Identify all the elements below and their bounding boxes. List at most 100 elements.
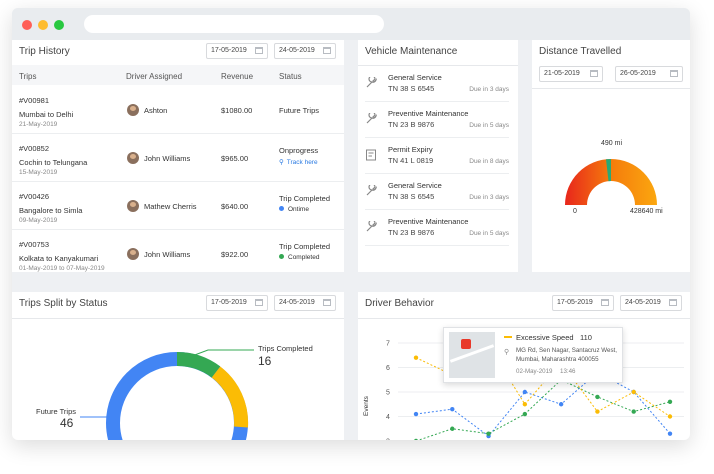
distance-date-to[interactable]: 26-05-2019 (615, 66, 683, 82)
maintenance-item[interactable]: Preventive Maintenance TN 23 B 9876 Due in… (358, 210, 516, 246)
data-point[interactable] (631, 409, 636, 414)
data-point[interactable] (667, 431, 673, 436)
date-from-value: 17-05-2019 (211, 299, 247, 306)
trips-split-date-from[interactable]: 17-05-2019 (206, 295, 268, 311)
trips-split-title: Trips Split by Status (19, 298, 108, 309)
distance-title: Distance Travelled (539, 46, 622, 57)
map-road (449, 344, 495, 363)
tooltip-address-line2: Mumbai, Maharashtra 400055 (516, 356, 599, 363)
data-point[interactable] (450, 426, 455, 431)
driver-behavior-card: Driver Behavior 17-05-2019 24-05-2019 7 6… (358, 292, 690, 440)
trip-status: Onprogress (279, 146, 319, 155)
permit-icon (366, 149, 376, 161)
y-tick-label: 3 (386, 439, 390, 441)
trip-date: 09-May-2019 (19, 217, 58, 224)
date-from-value: 17-05-2019 (557, 299, 593, 306)
vehicle-maintenance-card: Vehicle Maintenance General Service TN 38… (358, 40, 518, 272)
event-tooltip: Excessive Speed 110 ⚲ MG Rd, Sen Nagar, … (443, 327, 623, 383)
data-point[interactable] (486, 431, 491, 436)
location-pin-icon: ⚲ (279, 159, 284, 166)
table-row[interactable]: #V00426 Bangalore to Simla 09-May-2019 M… (12, 182, 344, 230)
trip-id: #V00981 (19, 96, 50, 105)
calendar-icon (255, 47, 263, 54)
calendar-icon (670, 70, 678, 77)
data-point[interactable] (631, 389, 636, 395)
y-tick-label: 6 (386, 365, 390, 372)
tooltip-count: 110 (580, 333, 592, 342)
column-header: Trips (19, 72, 37, 81)
maintenance-item[interactable]: General Service TN 38 S 6545 Due in 3 days (358, 66, 516, 102)
vehicle-plate: TN 38 S 6545 (388, 192, 435, 201)
status-sub-label: Ontime (288, 206, 309, 213)
browser-window: Trip History 17-05-2019 24-05-2019 Trips… (12, 8, 690, 440)
due-text: Due in 3 days (469, 194, 509, 201)
trips-completed-value: 16 (258, 354, 272, 368)
column-header: Status (279, 72, 302, 81)
calendar-icon (323, 47, 331, 54)
trip-route: Bangalore to Simla (19, 206, 83, 215)
data-point[interactable] (413, 411, 419, 417)
trip-history-date-from[interactable]: 17-05-2019 (206, 43, 268, 59)
data-point[interactable] (595, 394, 600, 400)
data-point[interactable] (522, 389, 528, 395)
calendar-icon (601, 299, 609, 306)
calendar-icon (590, 70, 598, 77)
minimize-window-button[interactable] (38, 20, 48, 30)
revenue: $1080.00 (221, 106, 253, 115)
trip-route: Kolkata to Kanyakumari (19, 254, 99, 263)
future-trips-value: 46 (60, 416, 74, 430)
maintenance-item[interactable]: Permit Expiry TN 41 L 0819 Due in 8 days (358, 138, 516, 174)
revenue: $965.00 (221, 154, 249, 163)
data-point[interactable] (558, 402, 564, 407)
maximize-window-button[interactable] (54, 20, 64, 30)
track-here-link[interactable]: ⚲ Track here (279, 158, 318, 166)
trip-history-date-to[interactable]: 24-05-2019 (274, 43, 336, 59)
future-trips-label: Future Trips (36, 407, 77, 416)
maintenance-name: General Service (388, 181, 442, 190)
map-pin-icon (461, 339, 471, 349)
driver-behavior-date-from[interactable]: 17-05-2019 (552, 295, 614, 311)
maintenance-item[interactable]: Preventive Maintenance TN 23 B 9876 Due in… (358, 102, 516, 138)
status-sub-label: Completed (288, 254, 320, 261)
data-point[interactable] (414, 438, 418, 440)
wrench-shape (366, 77, 377, 88)
trip-route: Cochin to Telungana (19, 158, 88, 167)
driver-name: John Williams (144, 250, 191, 259)
date-to-value: 24-05-2019 (279, 47, 315, 54)
table-row[interactable]: #V00852 Cochin to Telungana 15-May-2019 … (12, 134, 344, 182)
table-row[interactable]: #V00981 Mumbai to Delhi 21-May-2019 Asht… (12, 86, 344, 134)
trip-history-card: Trip History 17-05-2019 24-05-2019 Trips… (12, 40, 344, 272)
maintenance-item[interactable]: General Service TN 38 S 6545 Due in 3 days (358, 174, 516, 210)
driver-behavior-date-to[interactable]: 24-05-2019 (620, 295, 682, 311)
distance-date-from[interactable]: 21-05-2019 (539, 66, 603, 82)
trips-completed-segment (176, 351, 221, 378)
tooltip-date: 02-May-2019 (516, 368, 553, 375)
close-window-button[interactable] (22, 20, 32, 30)
data-point[interactable] (595, 409, 600, 414)
trip-date: 01-May-2019 to 07-May-2019 (19, 265, 105, 272)
avatar (127, 152, 139, 164)
trip-status: Trip Completed (279, 242, 330, 251)
y-axis-label: Events (363, 396, 370, 416)
status-sub: Ontime (279, 206, 309, 213)
table-row[interactable]: #V00753 Kolkata to Kanyakumari 01-May-20… (12, 230, 344, 272)
data-point[interactable] (667, 399, 673, 404)
address-bar[interactable] (84, 15, 384, 33)
vehicle-plate: TN 41 L 0819 (388, 156, 434, 165)
data-point[interactable] (522, 402, 528, 407)
trip-id: #V00852 (19, 144, 50, 153)
due-text: Due in 5 days (469, 122, 509, 129)
vehicle-maintenance-title: Vehicle Maintenance (365, 46, 458, 57)
date-from-value: 21-05-2019 (544, 70, 580, 77)
date-from-value: 17-05-2019 (211, 47, 247, 54)
data-point[interactable] (413, 355, 419, 360)
data-point[interactable] (522, 411, 528, 417)
wrench-icon (366, 77, 377, 88)
trip-id: #V00753 (19, 240, 50, 249)
tooltip-time: 13:46 (560, 368, 576, 375)
trip-status: Trip Completed (279, 194, 330, 203)
trips-split-date-to[interactable]: 24-05-2019 (274, 295, 336, 311)
data-point[interactable] (667, 414, 673, 419)
data-point[interactable] (450, 406, 455, 412)
trip-id: #V00426 (19, 192, 50, 201)
